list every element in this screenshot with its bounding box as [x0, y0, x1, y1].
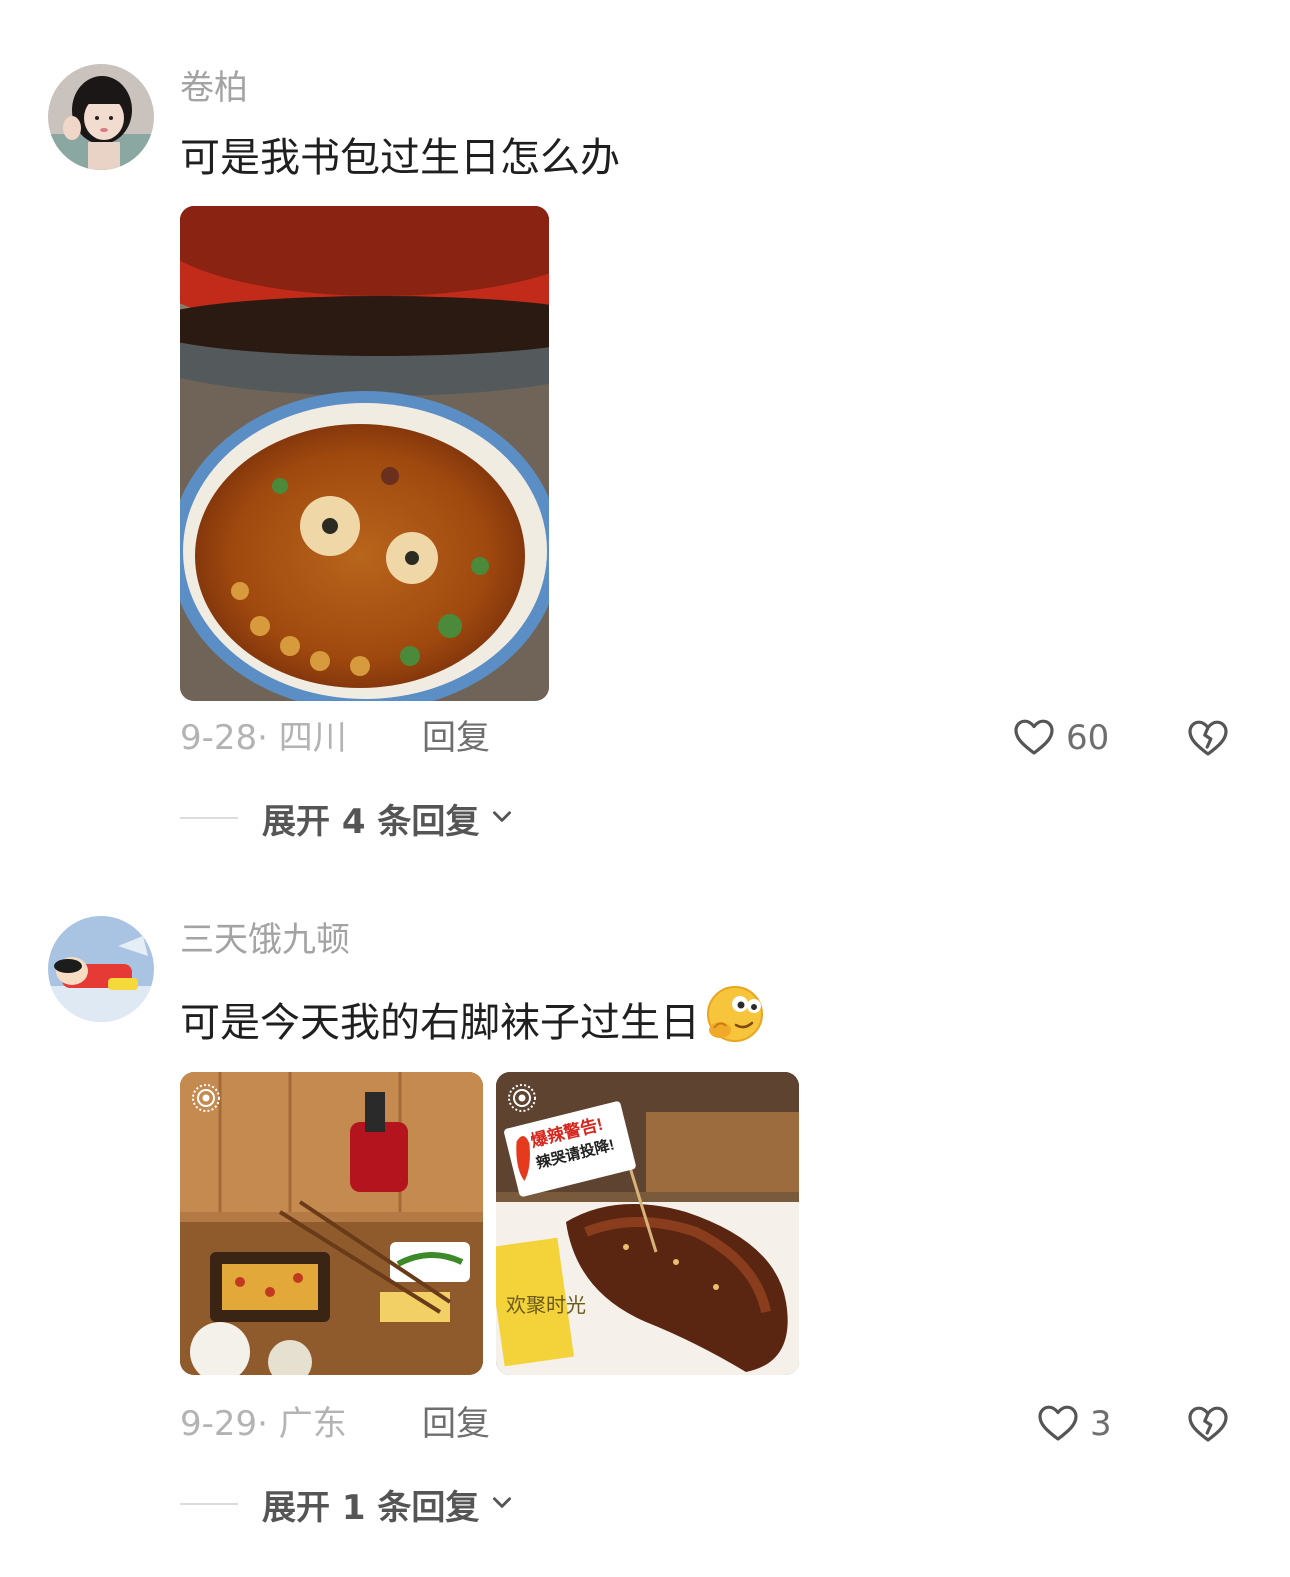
dislike-button[interactable]: [1184, 1399, 1232, 1447]
expand-replies-button[interactable]: 展开 1 条回复: [180, 1480, 515, 1528]
user-avatar[interactable]: [48, 64, 154, 170]
comment-item: 卷柏 可是我书包过生日怎么办 9-28· 四川 回复 60 展开 4 条回复: [0, 0, 1290, 860]
live-photo-icon: [190, 1082, 222, 1114]
chevron-down-icon: [489, 803, 515, 833]
username[interactable]: 卷柏: [180, 66, 248, 110]
expand-replies-button[interactable]: 展开 4 条回复: [180, 794, 515, 842]
expand-replies-label: 展开 1 条回复: [262, 1487, 480, 1528]
like-button[interactable]: 3: [1034, 1399, 1112, 1449]
like-count: 3: [1090, 1404, 1112, 1444]
reply-button[interactable]: 回复: [422, 1402, 490, 1446]
live-photo-icon: [506, 1082, 538, 1114]
comment-image[interactable]: [180, 206, 549, 701]
dislike-button[interactable]: [1184, 713, 1232, 761]
comment-image[interactable]: 欢聚时光 爆辣警告! 辣哭请投降!: [496, 1072, 799, 1375]
reply-button[interactable]: 回复: [422, 716, 490, 760]
comment-date-location: 9-28· 四川: [180, 718, 347, 758]
divider-line: [180, 1503, 238, 1505]
comment-item: 三天饿九顿 可是今天我的右脚袜子过生日 欢聚时光 爆辣警告! 辣哭请投降! 9-…: [0, 860, 1290, 1577]
comment-image[interactable]: [180, 1072, 483, 1375]
like-count: 60: [1066, 718, 1110, 758]
expand-replies-label: 展开 4 条回复: [262, 801, 480, 842]
like-button[interactable]: 60: [1010, 713, 1109, 763]
chevron-down-icon: [489, 1489, 515, 1519]
comment-date-location: 9-29· 广东: [180, 1404, 347, 1444]
username[interactable]: 三天饿九顿: [180, 918, 350, 962]
broken-heart-icon: [1184, 720, 1232, 765]
broken-heart-icon: [1184, 1406, 1232, 1451]
comment-text: 可是我书包过生日怎么办: [180, 135, 620, 181]
user-avatar[interactable]: [48, 916, 154, 1022]
divider-line: [180, 817, 238, 819]
comment-text: 可是今天我的右脚袜子过生日: [180, 984, 766, 1059]
heart-icon: [1010, 712, 1058, 764]
card-text: 欢聚时光: [506, 1294, 586, 1317]
heart-icon: [1034, 1398, 1082, 1450]
thinking-face-emoji: [704, 984, 766, 1059]
comment-text-content: 可是今天我的右脚袜子过生日: [180, 1000, 700, 1046]
